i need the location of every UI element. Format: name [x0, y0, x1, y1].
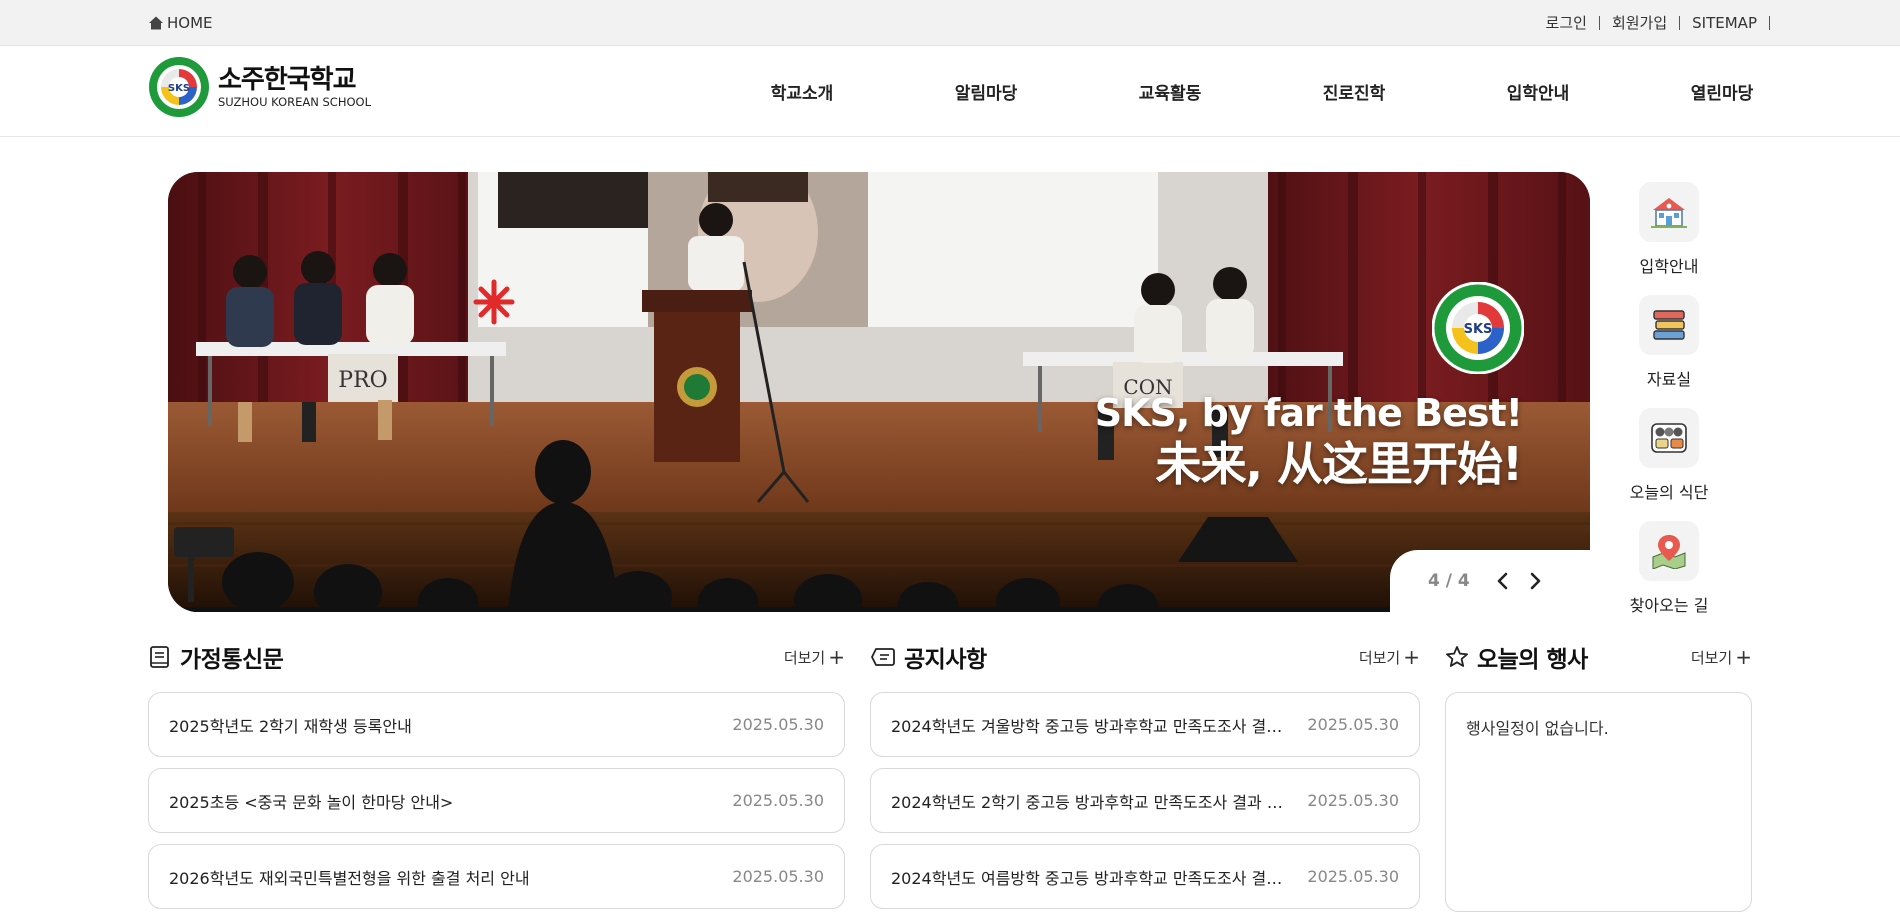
quick-directions-box — [1639, 521, 1699, 581]
login-link[interactable]: 로그인 — [1534, 16, 1600, 31]
sks-badge-icon: SKS — [1432, 282, 1524, 374]
quick-archive[interactable]: 자료실 — [1614, 295, 1724, 408]
nav-open-forum[interactable]: 열린마당 — [1630, 79, 1814, 104]
badge-emblem-text: SKS — [1464, 322, 1493, 337]
slider-next-button[interactable] — [1524, 570, 1546, 592]
star-icon — [1446, 646, 1468, 667]
meal-tray-icon — [1651, 423, 1687, 453]
events-title-text: 오늘의 행사 — [1477, 647, 1588, 673]
newsletter-board: 가정통신문 더보기 + 2025학년도 2학기 재학생 등록안내 2025.05… — [148, 640, 845, 920]
list-item-title: 2024학년도 여름방학 중고등 방과후학교 만족도조사 결과 및 교육계획 — [891, 868, 1293, 888]
home-label: HOME — [167, 14, 213, 32]
plus-icon: + — [1735, 644, 1752, 669]
list-item-title: 2025초등 <중국 문화 놀이 한마당 안내> — [169, 792, 454, 812]
signup-link[interactable]: 회원가입 — [1600, 16, 1681, 31]
notice-list: 2024학년도 겨울방학 중고등 방과후학교 만족도조사 결과 및 교육계획 2… — [870, 692, 1420, 909]
notice-title: 공지사항 — [870, 640, 987, 674]
plus-icon: + — [1403, 644, 1420, 669]
events-more-link[interactable]: 더보기 + — [1691, 647, 1752, 668]
list-item-date: 2025.05.30 — [1307, 791, 1399, 810]
books-icon — [1653, 310, 1685, 340]
newsletter-list: 2025학년도 2학기 재학생 등록안내 2025.05.30 2025초등 <… — [148, 692, 845, 909]
list-item[interactable]: 2026학년도 재외국민특별전형을 위한 출결 처리 안내 2025.05.30 — [148, 844, 845, 909]
school-name-english: SUZHOU KOREAN SCHOOL — [218, 95, 371, 109]
main-navigation: 학교소개 알림마당 교육활동 진로진학 입학안내 열린마당 — [710, 46, 1814, 137]
list-item[interactable]: 2024학년도 겨울방학 중고등 방과후학교 만족도조사 결과 및 교육계획 2… — [870, 692, 1420, 757]
newsletter-title: 가정통신문 — [148, 640, 284, 674]
quick-directions[interactable]: 찾아오는 길 — [1614, 521, 1724, 634]
list-item-title: 2024학년도 2학기 중고등 방과후학교 만족도조사 결과 및 교육계획 — [891, 792, 1293, 812]
events-title: 오늘의 행사 — [1445, 640, 1588, 674]
hero-slider[interactable]: PRO CON SKS SKS, by far the Best! 未来, 从这… — [168, 172, 1590, 612]
notice-more-link[interactable]: 더보기 + — [1359, 647, 1420, 668]
slider-prev-button[interactable] — [1492, 570, 1514, 592]
site-header: SKS 소주한국학교 SUZHOU KOREAN SCHOOL 학교소개 알림마… — [0, 46, 1900, 137]
quick-meal[interactable]: 오늘의 식단 — [1614, 408, 1724, 521]
list-item-date: 2025.05.30 — [732, 791, 824, 810]
list-item[interactable]: 2024학년도 여름방학 중고등 방과후학교 만족도조사 결과 및 교육계획 2… — [870, 844, 1420, 909]
plus-icon: + — [828, 644, 845, 669]
newsletter-more-label: 더보기 — [783, 648, 826, 667]
list-item-date: 2025.05.30 — [732, 867, 824, 886]
chevron-left-icon — [1497, 572, 1508, 590]
document-icon — [150, 646, 169, 668]
list-item[interactable]: 2024학년도 2학기 중고등 방과후학교 만족도조사 결과 및 교육계획 20… — [870, 768, 1420, 833]
quick-admission-box — [1639, 182, 1699, 242]
nav-notice-board[interactable]: 알림마당 — [894, 79, 1078, 104]
home-icon — [149, 16, 163, 30]
notice-title-text: 공지사항 — [904, 647, 987, 673]
quick-archive-box — [1639, 295, 1699, 355]
hero-caption-english: SKS, by far the Best! — [1094, 391, 1523, 435]
list-item-title: 2026학년도 재외국민특별전형을 위한 출결 처리 안내 — [169, 868, 530, 888]
quick-meal-label: 오늘의 식단 — [1629, 483, 1709, 502]
nav-education[interactable]: 교육활동 — [1078, 79, 1262, 104]
school-name: 소주한국학교 — [218, 65, 357, 95]
hero-caption: SKS, by far the Best! 未来, 从这里开始! — [1094, 390, 1523, 492]
notice-more-label: 더보기 — [1358, 648, 1401, 667]
quick-menu: 입학안내 자료실 오늘의 식단 찾아오는 길 — [1614, 182, 1724, 634]
home-link[interactable]: HOME — [148, 0, 213, 46]
list-item[interactable]: 2025초등 <중국 문화 놀이 한마당 안내> 2025.05.30 — [148, 768, 845, 833]
top-utility-bar: HOME 로그인 회원가입 SITEMAP — [0, 0, 1900, 46]
events-empty-box: 행사일정이 없습니다. — [1445, 692, 1752, 912]
site-logo[interactable]: SKS 소주한국학교 SUZHOU KOREAN SCHOOL — [148, 56, 371, 118]
notice-header: 공지사항 더보기 + — [870, 640, 1420, 674]
logo-text: 소주한국학교 SUZHOU KOREAN SCHOOL — [218, 65, 371, 109]
pro-sign-text: PRO — [338, 368, 387, 393]
newsletter-title-text: 가정통신문 — [180, 647, 284, 673]
slide-counter: 4 / 4 — [1428, 571, 1470, 591]
emblem-text: SKS — [168, 83, 190, 94]
notice-icon — [871, 648, 895, 666]
utility-links: 로그인 회원가입 SITEMAP — [1534, 0, 1770, 46]
school-building-icon — [1651, 198, 1687, 228]
notice-board: 공지사항 더보기 + 2024학년도 겨울방학 중고등 방과후학교 만족도조사 … — [870, 640, 1420, 920]
events-board: 오늘의 행사 더보기 + 행사일정이 없습니다. — [1445, 640, 1752, 912]
quick-archive-label: 자료실 — [1646, 370, 1692, 389]
quick-admission[interactable]: 입학안내 — [1614, 182, 1724, 295]
newsletter-header: 가정통신문 더보기 + — [148, 640, 845, 674]
list-item[interactable]: 2025학년도 2학기 재학생 등록안내 2025.05.30 — [148, 692, 845, 757]
quick-admission-label: 입학안내 — [1639, 257, 1699, 276]
list-item-date: 2025.05.30 — [1307, 715, 1399, 734]
quick-directions-label: 찾아오는 길 — [1629, 596, 1709, 615]
sitemap-link[interactable]: SITEMAP — [1680, 16, 1770, 31]
list-item-date: 2025.05.30 — [732, 715, 824, 734]
events-header: 오늘의 행사 더보기 + — [1445, 640, 1752, 674]
map-pin-icon — [1652, 535, 1686, 569]
newsletter-more-link[interactable]: 더보기 + — [784, 647, 845, 668]
chevron-right-icon — [1530, 572, 1541, 590]
school-emblem-icon: SKS — [149, 57, 209, 117]
list-item-title: 2024학년도 겨울방학 중고등 방과후학교 만족도조사 결과 및 교육계획 — [891, 716, 1293, 736]
nav-school-intro[interactable]: 학교소개 — [710, 79, 894, 104]
list-item-date: 2025.05.30 — [1307, 867, 1399, 886]
nav-career[interactable]: 진로진학 — [1262, 79, 1446, 104]
slider-controls: 4 / 4 — [1390, 550, 1590, 612]
events-empty-text: 행사일정이 없습니다. — [1466, 719, 1609, 738]
hero-caption-chinese: 未来, 从这里开始! — [1155, 437, 1523, 491]
list-item-title: 2025학년도 2학기 재학생 등록안내 — [169, 716, 412, 736]
events-more-label: 더보기 — [1690, 648, 1733, 667]
quick-meal-box — [1639, 408, 1699, 468]
nav-admission[interactable]: 입학안내 — [1446, 79, 1630, 104]
